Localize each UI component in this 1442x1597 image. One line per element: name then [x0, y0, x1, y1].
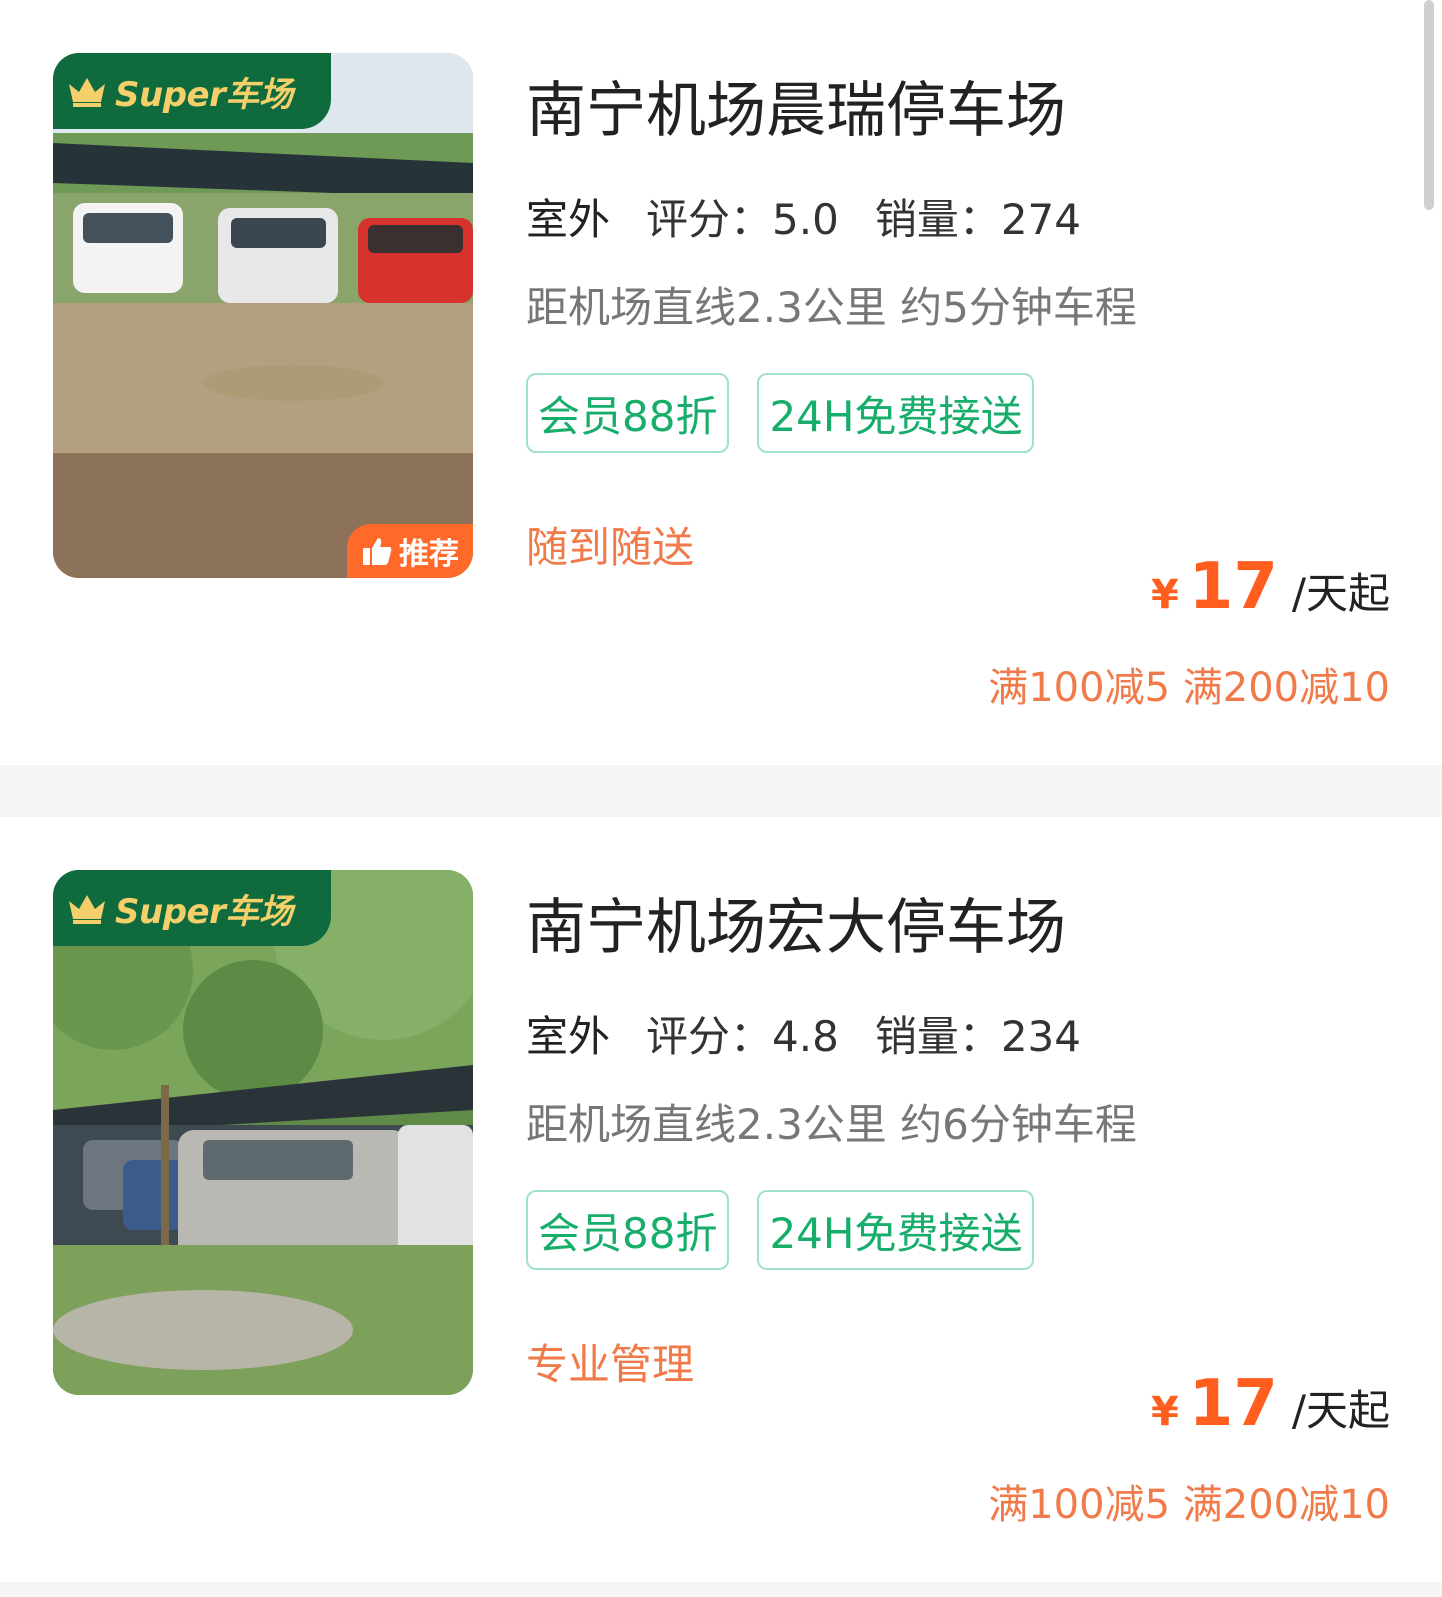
parking-lot-card[interactable]: Super车场 南宁机场宏大停车场 室外 评分：4.8 销量：234 距机场直线… [0, 817, 1442, 1582]
price-currency: ¥ [1150, 1389, 1179, 1435]
lot-price: ¥ 17 /天起 [1151, 1367, 1390, 1441]
crown-icon [69, 895, 105, 924]
parking-lot-meta: 室外 评分：5.0 销量：274 [523, 186, 1081, 247]
lot-feature: 随到随送 [526, 523, 695, 572]
tag-member-discount: 会员88折 [526, 373, 730, 453]
lot-rating: 评分：5.0 [646, 195, 839, 244]
super-badge-label: Super车场 [115, 891, 293, 932]
parking-lot-name[interactable]: 南宁机场晨瑞停车场 [526, 62, 1066, 149]
lot-price: ¥ 17 /天起 [1151, 550, 1390, 624]
tag-free-shuttle: 24H免费接送 [757, 373, 1035, 453]
lot-tags: 会员88折 24H免费接送 [526, 373, 1035, 453]
price-unit: /天起 [1291, 569, 1390, 618]
parking-lot-photo: Super车场 推荐 [53, 53, 473, 578]
lot-distance: 距机场直线2.3公里 约5分钟车程 [526, 283, 1137, 332]
lot-promo: 满100减5 满200减10 [988, 1482, 1390, 1528]
price-value: 17 [1188, 550, 1278, 624]
super-parking-badge: Super车场 [53, 870, 331, 946]
parking-photo-trees [53, 870, 473, 1395]
parking-lot-list: Super车场 推荐 南宁机场晨瑞停车场 室外 评分：5.0 销量：274 距机… [0, 0, 1442, 1597]
lot-sales: 销量：234 [874, 1012, 1081, 1061]
tag-free-shuttle: 24H免费接送 [757, 1190, 1035, 1270]
recommend-badge: 推荐 [347, 524, 473, 578]
recommend-label: 推荐 [399, 537, 459, 572]
parking-lot-meta: 室外 评分：4.8 销量：234 [523, 1003, 1081, 1064]
price-currency: ¥ [1150, 572, 1179, 618]
super-parking-badge: Super车场 [53, 53, 331, 129]
vertical-scrollbar[interactable] [1424, 0, 1434, 210]
price-value: 17 [1188, 1367, 1278, 1441]
super-badge-label: Super车场 [115, 74, 293, 115]
parking-lot-name[interactable]: 南宁机场宏大停车场 [526, 879, 1066, 966]
parking-lot-card[interactable]: Super车场 推荐 南宁机场晨瑞停车场 室外 评分：5.0 销量：274 距机… [0, 0, 1442, 765]
lot-rating: 评分：4.8 [646, 1012, 839, 1061]
lot-tags: 会员88折 24H免费接送 [526, 1190, 1035, 1270]
lot-type-outdoor: 室外 [523, 1003, 615, 1064]
lot-sales: 销量：274 [874, 195, 1081, 244]
thumbs-up-icon [363, 538, 392, 565]
lot-promo: 满100减5 满200减10 [988, 665, 1390, 711]
lot-type-outdoor: 室外 [523, 186, 615, 247]
parking-photo-outdoor-gravel [53, 53, 473, 578]
lot-feature: 专业管理 [526, 1340, 695, 1389]
price-unit: /天起 [1291, 1386, 1390, 1435]
lot-distance: 距机场直线2.3公里 约6分钟车程 [526, 1100, 1137, 1149]
crown-icon [69, 78, 105, 107]
parking-lot-photo: Super车场 [53, 870, 473, 1395]
tag-member-discount: 会员88折 [526, 1190, 730, 1270]
